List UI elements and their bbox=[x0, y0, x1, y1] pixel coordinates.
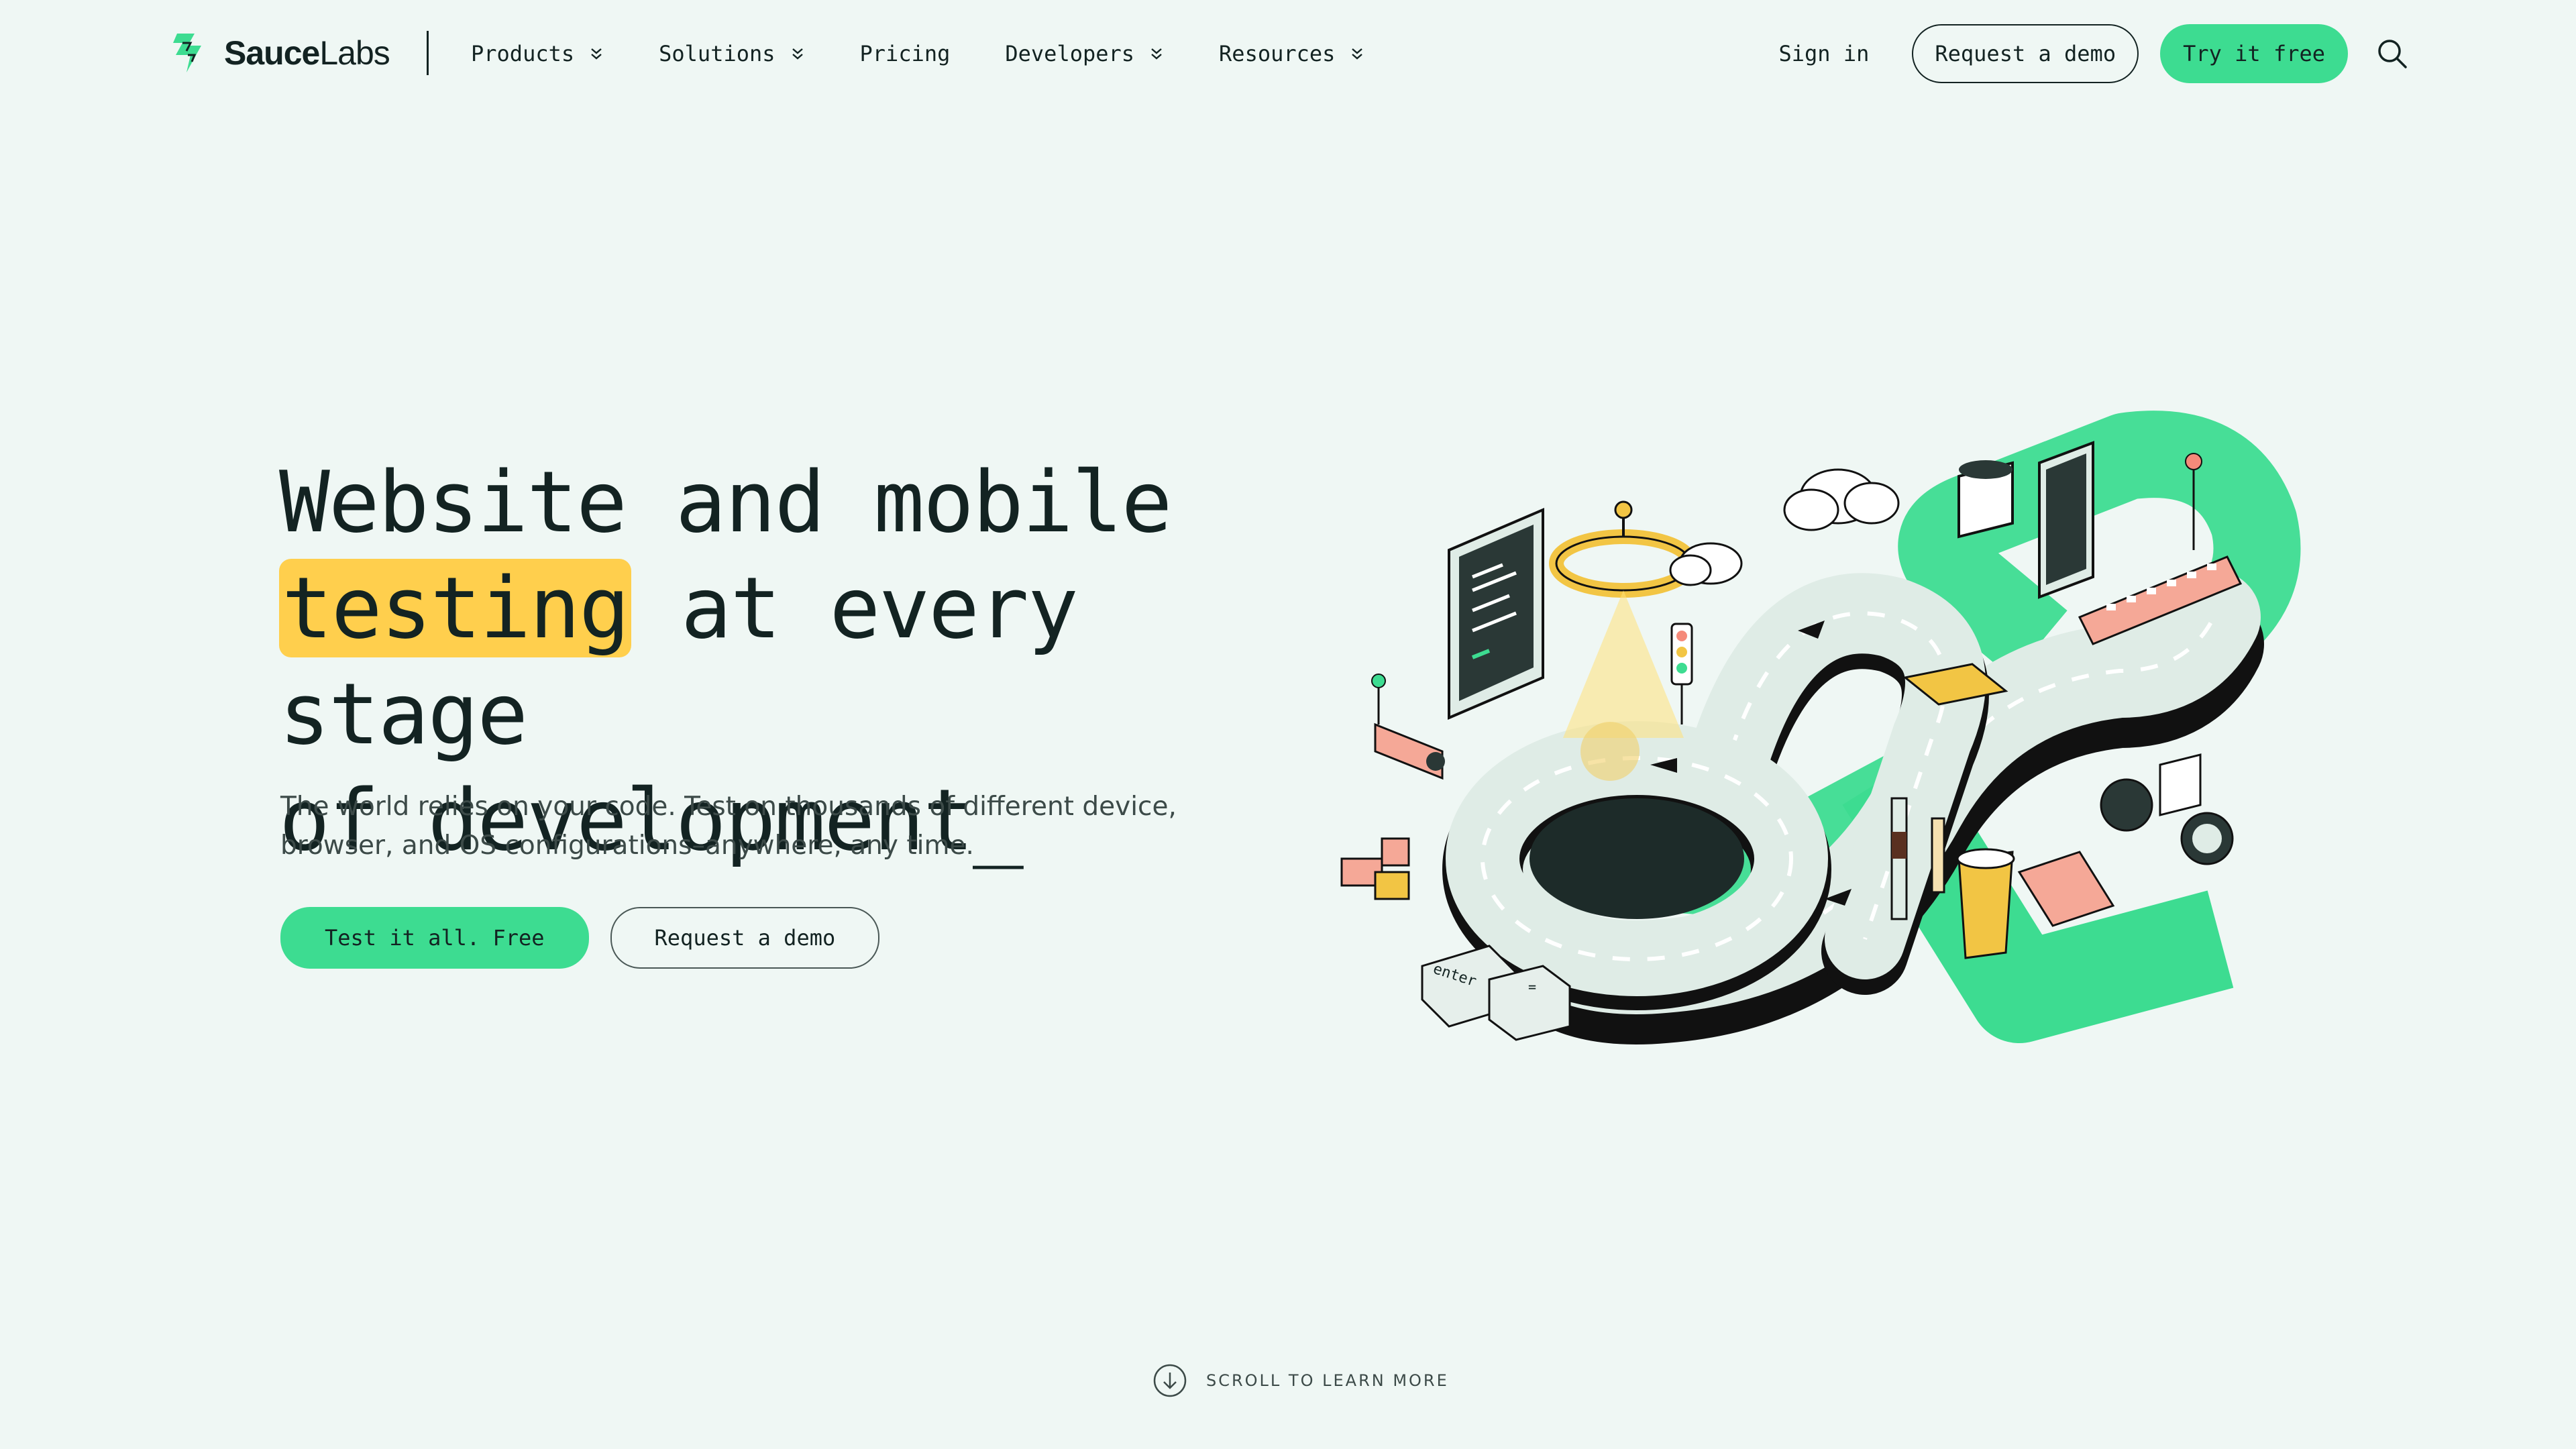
hero-illustration: enter = bbox=[1340, 411, 2301, 1044]
nav-item-label: Solutions bbox=[659, 41, 775, 66]
logo-wordmark: SauceLabs bbox=[224, 34, 390, 72]
hero-title-line1: Website and mobile bbox=[279, 453, 1172, 551]
nav-item-developers[interactable]: Developers bbox=[1005, 41, 1164, 66]
chevron-double-down-icon bbox=[1352, 48, 1363, 60]
nav-item-label: Resources bbox=[1219, 41, 1336, 66]
hero-title-highlight: testing bbox=[279, 559, 632, 657]
nav-item-solutions[interactable]: Solutions bbox=[659, 41, 804, 66]
nav-item-pricing[interactable]: Pricing bbox=[860, 41, 951, 66]
chevron-double-down-icon bbox=[591, 48, 602, 60]
test-it-all-free-button[interactable]: Test it all. Free bbox=[280, 907, 589, 969]
nav-item-label: Products bbox=[471, 41, 575, 66]
hero-request-demo-button[interactable]: Request a demo bbox=[610, 907, 880, 969]
top-navigation: SauceLabs Products Solutions Pricing Dev… bbox=[0, 0, 2576, 107]
nav-actions: Sign in Request a demo Try it free bbox=[1779, 23, 2409, 85]
nav-item-resources[interactable]: Resources bbox=[1219, 41, 1364, 66]
search-icon[interactable] bbox=[2376, 38, 2408, 70]
nav-item-label: Pricing bbox=[859, 41, 951, 66]
nav-links: Products Solutions Pricing Developers Re… bbox=[471, 34, 1419, 74]
request-demo-button[interactable]: Request a demo bbox=[1912, 24, 2139, 83]
saucelabs-logo[interactable]: SauceLabs bbox=[168, 31, 390, 75]
nav-divider bbox=[427, 31, 429, 75]
hero-subtitle-line2: browser, and OS configurations–anywhere,… bbox=[280, 830, 974, 861]
hero-cta-group: Test it all. Free Request a demo bbox=[280, 907, 880, 969]
chevron-double-down-icon bbox=[792, 48, 803, 60]
sign-in-link[interactable]: Sign in bbox=[1779, 41, 1870, 66]
scroll-to-learn-more[interactable]: SCROLL TO LEARN MORE bbox=[1152, 1363, 1449, 1398]
hero-subtitle-line1: The world relies on your code. Test on t… bbox=[280, 792, 1177, 822]
scroll-label: SCROLL TO LEARN MORE bbox=[1206, 1371, 1449, 1390]
try-free-button[interactable]: Try it free bbox=[2160, 24, 2348, 83]
chevron-double-down-icon bbox=[1151, 48, 1162, 60]
nav-item-label: Developers bbox=[1005, 41, 1135, 66]
hero-subtitle: The world relies on your code. Test on t… bbox=[280, 788, 1246, 865]
arrow-down-circle-icon bbox=[1153, 1364, 1187, 1397]
equals-key-label: = bbox=[1528, 979, 1536, 995]
saucelabs-logo-icon bbox=[173, 34, 201, 72]
nav-item-products[interactable]: Products bbox=[471, 41, 604, 66]
